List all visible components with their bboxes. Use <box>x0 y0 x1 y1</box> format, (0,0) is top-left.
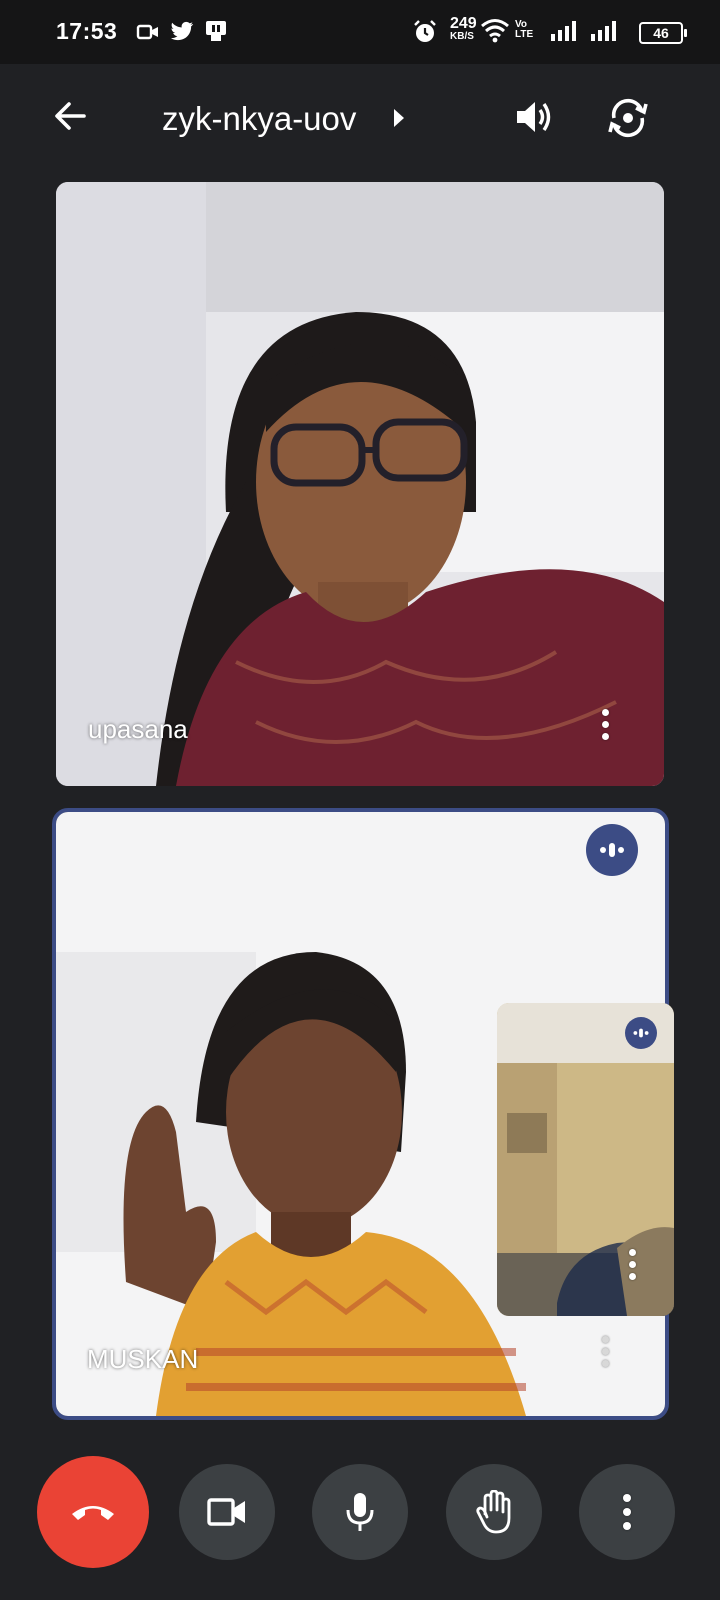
speed-unit: KB/S <box>450 31 474 42</box>
self-video <box>497 1003 674 1316</box>
raise-hand-icon <box>476 1490 511 1534</box>
expand-chevron-icon[interactable] <box>392 108 406 133</box>
self-view-tile[interactable] <box>497 1003 674 1316</box>
top-bar: zyk-nkya-uov <box>0 64 720 180</box>
mic-icon <box>346 1493 374 1531</box>
self-speaking-indicator <box>625 1017 657 1049</box>
audio-level-icon <box>633 1028 649 1038</box>
participant-video <box>56 182 664 786</box>
signal-icon <box>550 20 580 47</box>
mic-toggle-button[interactable] <box>312 1464 408 1560</box>
back-arrow-icon[interactable] <box>52 98 88 139</box>
meeting-code[interactable]: zyk-nkya-uov <box>162 100 356 138</box>
audio-level-icon <box>600 843 624 857</box>
volte-label: Vo LTE <box>515 19 534 40</box>
call-controls <box>0 1440 720 1600</box>
speed-value: 249 <box>450 15 477 32</box>
speaker-icon[interactable] <box>514 98 554 141</box>
wifi-icon <box>480 18 510 49</box>
switch-camera-icon[interactable] <box>606 96 650 145</box>
self-view-menu-icon[interactable] <box>627 1249 637 1285</box>
camera-notification-icon <box>136 23 160 46</box>
more-options-icon <box>622 1494 632 1530</box>
participant-name: upasana <box>88 714 188 744</box>
participant-menu-icon[interactable] <box>600 709 610 745</box>
alarm-icon <box>412 19 438 50</box>
participant-name: MUSKAN <box>87 1344 199 1374</box>
message-icon <box>204 19 228 48</box>
speaking-indicator <box>586 824 638 876</box>
raise-hand-button[interactable] <box>446 1464 542 1560</box>
twitter-icon <box>170 21 194 46</box>
network-speed: 249 KB/S <box>450 15 477 43</box>
status-time: 17:53 <box>56 18 118 44</box>
camera-toggle-button[interactable] <box>179 1464 275 1560</box>
more-options-button[interactable] <box>579 1464 675 1560</box>
end-call-icon <box>72 1506 114 1520</box>
participant-menu-icon[interactable] <box>600 1336 610 1372</box>
status-bar: 17:53 249 KB/S Vo LTE 46 <box>0 0 720 64</box>
battery-indicator: 46 <box>639 22 687 44</box>
signal-icon-2 <box>590 20 620 47</box>
end-call-button[interactable] <box>37 1456 149 1568</box>
camera-icon <box>207 1498 245 1526</box>
participant-tile-upasana[interactable]: upasana <box>56 182 664 786</box>
